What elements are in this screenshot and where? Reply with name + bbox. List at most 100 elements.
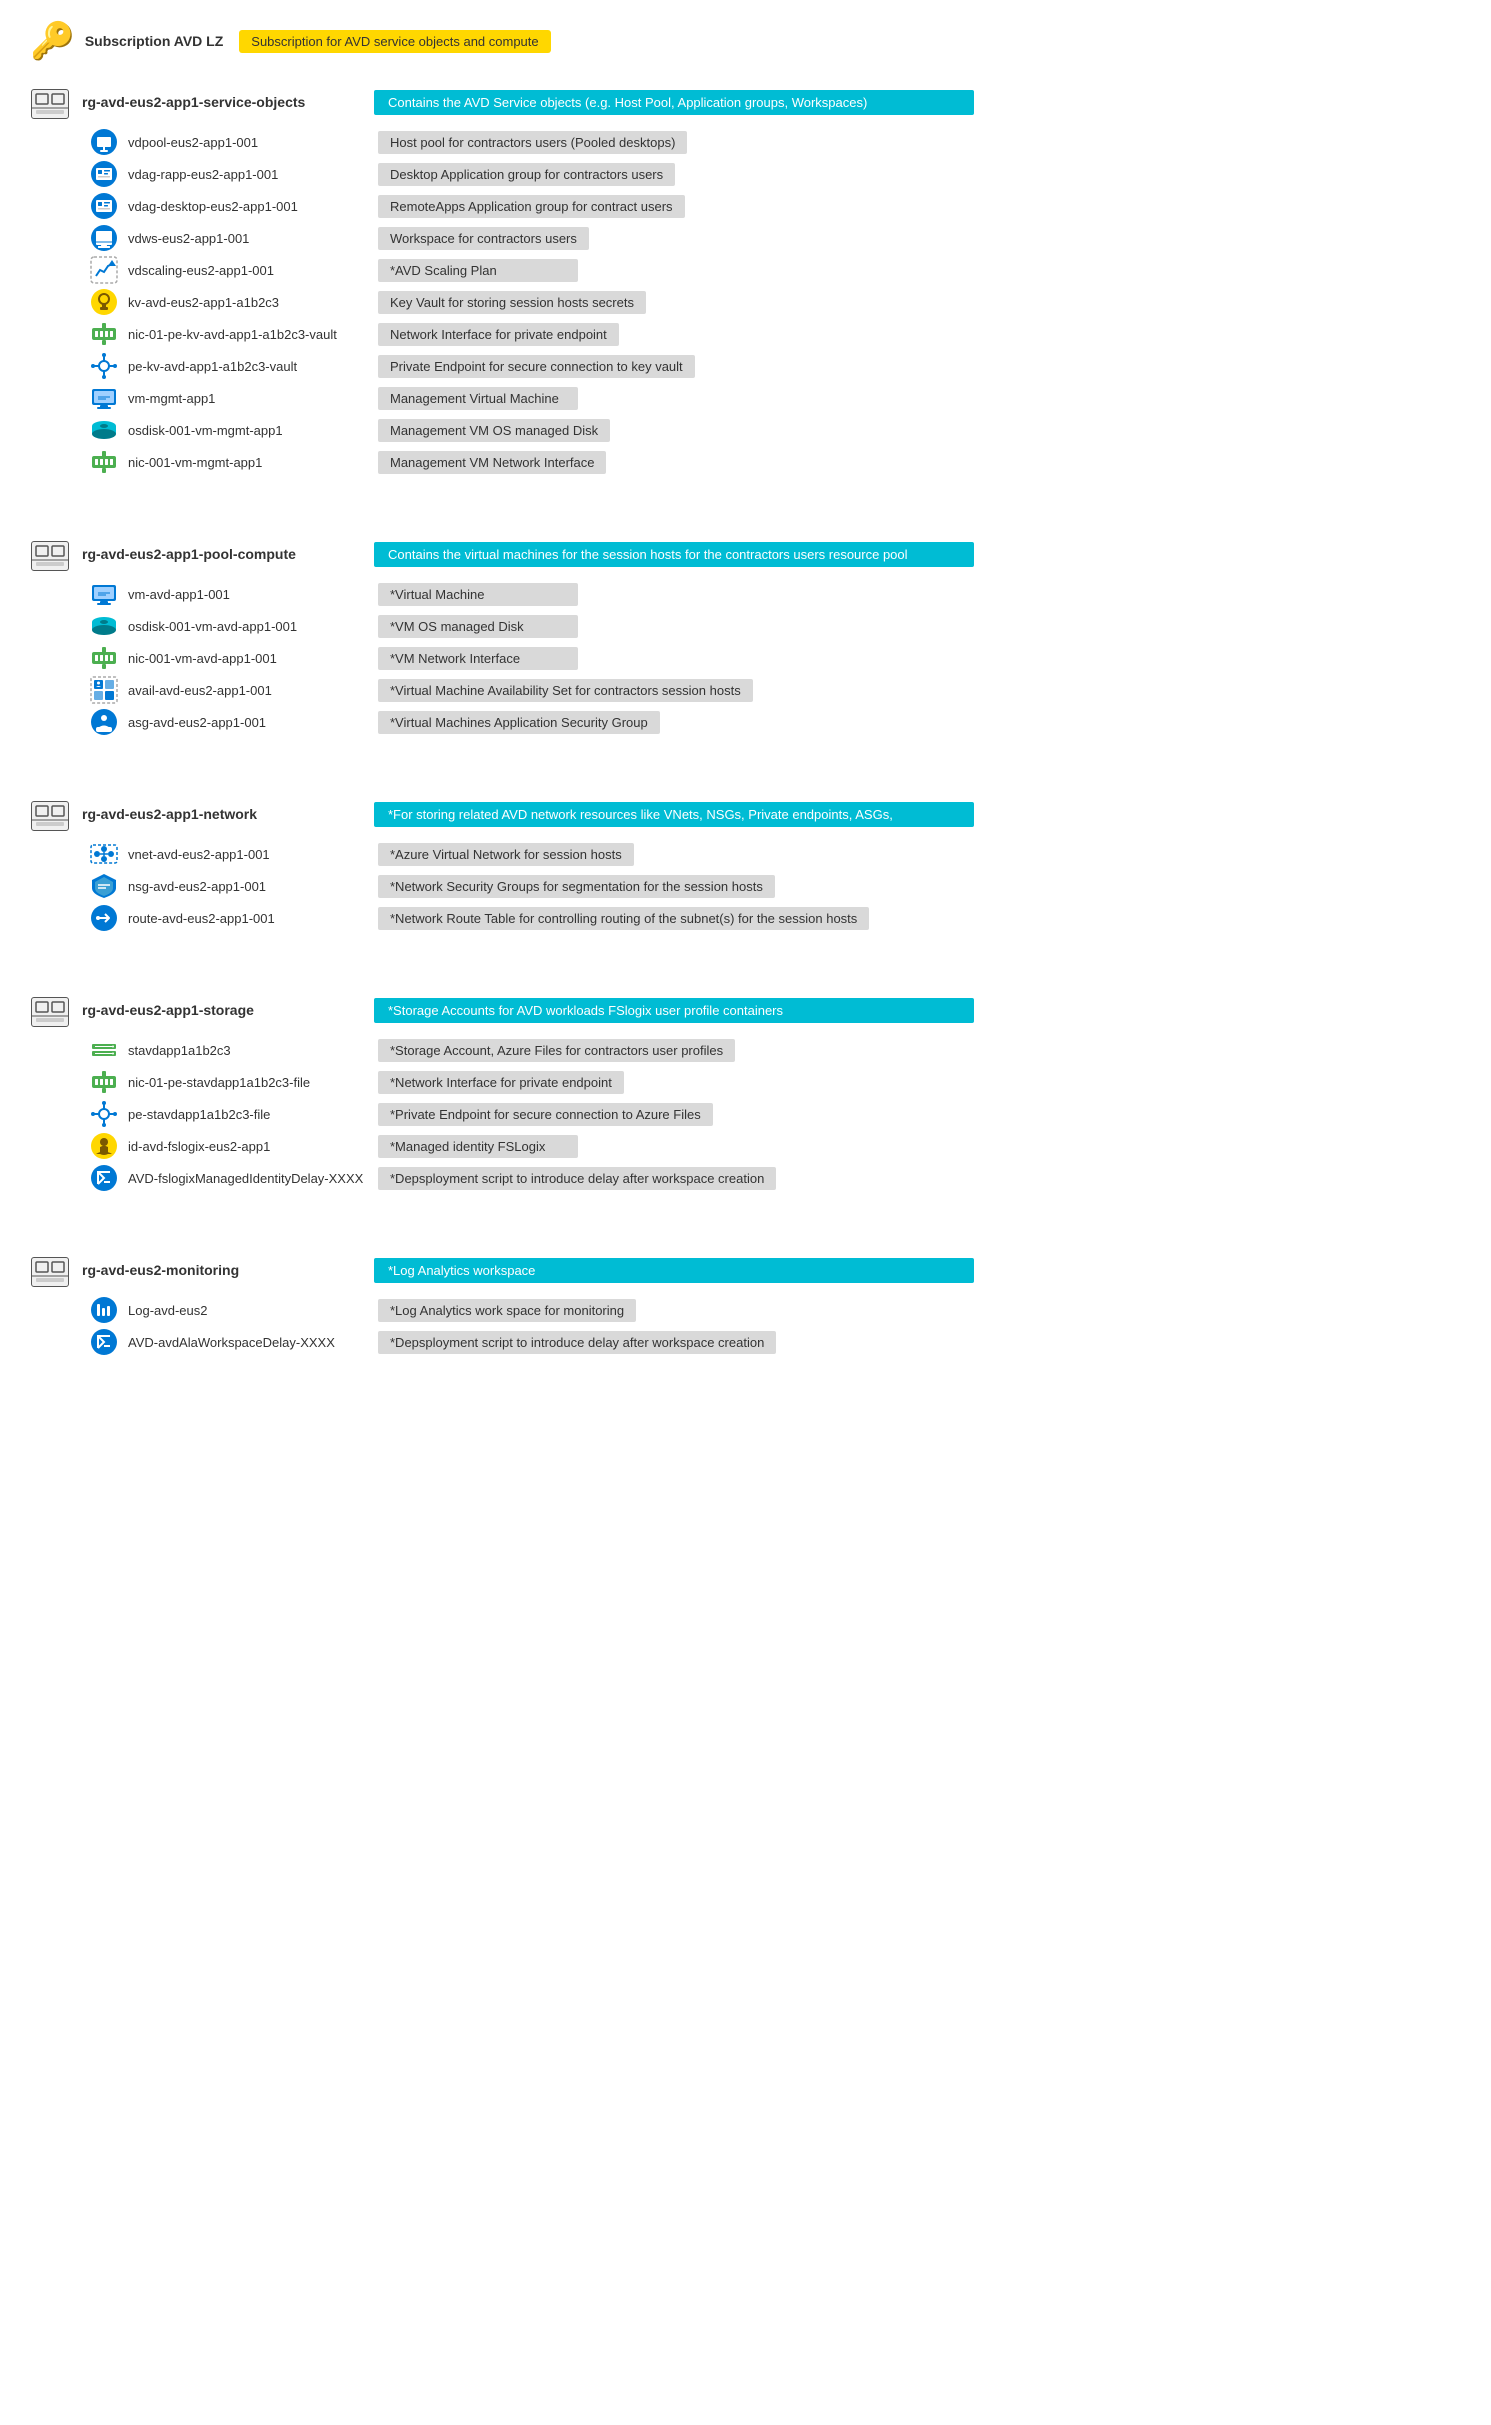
- resource-item: nic-001-vm-avd-app1-001 *VM Network Inter…: [90, 644, 1461, 672]
- rg-name: rg-avd-eus2-app1-pool-compute: [82, 546, 362, 562]
- resource-name: osdisk-001-vm-avd-app1-001: [128, 619, 368, 634]
- rg-name: rg-avd-eus2-app1-service-objects: [82, 94, 362, 110]
- resource-item: osdisk-001-vm-mgmt-app1 Management VM OS …: [90, 416, 1461, 444]
- resource-name: asg-avd-eus2-app1-001: [128, 715, 368, 730]
- subscription-header: 🔑 Subscription AVD LZ Subscription for A…: [30, 20, 1461, 62]
- resource-icon-deployScript: [90, 1328, 118, 1356]
- resource-desc: *Network Security Groups for segmentatio…: [378, 875, 775, 898]
- resource-item: AVD-avdAlaWorkspaceDelay-XXXX*Depsployme…: [90, 1328, 1461, 1356]
- resource-name: vm-mgmt-app1: [128, 391, 368, 406]
- rg-desc: Contains the AVD Service objects (e.g. H…: [374, 90, 974, 115]
- rg-header-rg3: rg-avd-eus2-app1-network *For storing rel…: [30, 794, 1461, 834]
- resource-icon-hostpool: [90, 128, 118, 156]
- resource-icon-vm: [90, 580, 118, 608]
- resource-name: osdisk-001-vm-mgmt-app1: [128, 423, 368, 438]
- key-icon: 🔑: [30, 20, 75, 62]
- resource-desc: *AVD Scaling Plan: [378, 259, 578, 282]
- resource-item: asg-avd-eus2-app1-001*Virtual Machines A…: [90, 708, 1461, 736]
- rg-desc: *For storing related AVD network resourc…: [374, 802, 974, 827]
- resource-item: kv-avd-eus2-app1-a1b2c3Key Vault for sto…: [90, 288, 1461, 316]
- resource-desc: Key Vault for storing session hosts secr…: [378, 291, 646, 314]
- resource-item: vdag-rapp-eus2-app1-001 Desktop Applicati…: [90, 160, 1461, 188]
- rg-header-rg1: rg-avd-eus2-app1-service-objects Contains…: [30, 82, 1461, 122]
- resource-icon-nic: [90, 644, 118, 672]
- resource-desc: *Virtual Machine Availability Set for co…: [378, 679, 753, 702]
- resource-icon-asg: [90, 708, 118, 736]
- resource-group-rg5: rg-avd-eus2-monitoring*Log Analytics wor…: [30, 1250, 1461, 1384]
- resource-item: vdpool-eus2-app1-001 Host pool for contra…: [90, 128, 1461, 156]
- rg-desc: *Log Analytics workspace: [374, 1258, 974, 1283]
- resource-icon-routetable: [90, 904, 118, 932]
- resource-item: vdscaling-eus2-app1-001 *AVD Scaling Plan: [90, 256, 1461, 284]
- resource-desc: RemoteApps Application group for contrac…: [378, 195, 685, 218]
- resource-item: vdws-eus2-app1-001 Workspace for contract…: [90, 224, 1461, 252]
- resource-name: vdws-eus2-app1-001: [128, 231, 368, 246]
- resource-item: pe-kv-avd-app1-a1b2c3-vaultPrivate Endpo…: [90, 352, 1461, 380]
- resource-icon-deployScript: [90, 1164, 118, 1192]
- resource-icon-scaling: [90, 256, 118, 284]
- resource-desc: *VM Network Interface: [378, 647, 578, 670]
- rg-desc: Contains the virtual machines for the se…: [374, 542, 974, 567]
- resource-group-rg1: rg-avd-eus2-app1-service-objects Contains…: [30, 82, 1461, 504]
- resource-desc: Management VM Network Interface: [378, 451, 606, 474]
- resource-desc: *Network Route Table for controlling rou…: [378, 907, 869, 930]
- resource-item: Log-avd-eus2*Log Analytics work space fo…: [90, 1296, 1461, 1324]
- rg-icon: [30, 82, 70, 122]
- resource-desc: Network Interface for private endpoint: [378, 323, 619, 346]
- resource-group-rg2: rg-avd-eus2-app1-pool-compute Contains th…: [30, 534, 1461, 764]
- rg-header-rg5: rg-avd-eus2-monitoring*Log Analytics wor…: [30, 1250, 1461, 1290]
- resource-name: stavdapp1a1b2c3: [128, 1043, 368, 1058]
- resource-group-rg4: rg-avd-eus2-app1-storage*Storage Account…: [30, 990, 1461, 1220]
- resource-name: pe-kv-avd-app1-a1b2c3-vault: [128, 359, 368, 374]
- resource-name: nic-01-pe-stavdapp1a1b2c3-file: [128, 1075, 368, 1090]
- resource-name: nic-001-vm-avd-app1-001: [128, 651, 368, 666]
- resource-icon-nic: [90, 448, 118, 476]
- resource-icon-workspace: [90, 224, 118, 252]
- resource-name: nic-001-vm-mgmt-app1: [128, 455, 368, 470]
- resource-name: nic-01-pe-kv-avd-app1-a1b2c3-vault: [128, 327, 368, 342]
- resource-desc: *Storage Account, Azure Files for contra…: [378, 1039, 735, 1062]
- resource-desc: Host pool for contractors users (Pooled …: [378, 131, 687, 154]
- subscription-label: Subscription AVD LZ: [85, 33, 223, 49]
- resource-item: route-avd-eus2-app1-001 *Network Route Ta…: [90, 904, 1461, 932]
- resource-name: vdpool-eus2-app1-001: [128, 135, 368, 150]
- resource-name: route-avd-eus2-app1-001: [128, 911, 368, 926]
- resource-desc: Desktop Application group for contractor…: [378, 163, 675, 186]
- resource-desc: Management Virtual Machine: [378, 387, 578, 410]
- resource-icon-appgroup: [90, 160, 118, 188]
- resource-item: AVD-fslogixManagedIdentityDelay-XXXX*Dep…: [90, 1164, 1461, 1192]
- resource-item: nic-001-vm-mgmt-app1 Management VM Networ…: [90, 448, 1461, 476]
- resource-name: AVD-fslogixManagedIdentityDelay-XXXX: [128, 1171, 368, 1186]
- resource-icon-appgroup: [90, 192, 118, 220]
- rg-icon: [30, 534, 70, 574]
- rg-header-rg2: rg-avd-eus2-app1-pool-compute Contains th…: [30, 534, 1461, 574]
- rg-name: rg-avd-eus2-app1-network: [82, 806, 362, 822]
- resource-desc: *Private Endpoint for secure connection …: [378, 1103, 713, 1126]
- resource-desc: Workspace for contractors users: [378, 227, 589, 250]
- resource-name: vdscaling-eus2-app1-001: [128, 263, 368, 278]
- resource-item: vm-mgmt-app1 Management Virtual Machine: [90, 384, 1461, 412]
- resource-name: vdag-rapp-eus2-app1-001: [128, 167, 368, 182]
- resource-icon-disk: [90, 612, 118, 640]
- resource-name: vnet-avd-eus2-app1-001: [128, 847, 368, 862]
- resource-desc: Management VM OS managed Disk: [378, 419, 610, 442]
- resource-name: pe-stavdapp1a1b2c3-file: [128, 1107, 368, 1122]
- resource-desc: *VM OS managed Disk: [378, 615, 578, 638]
- resource-item: id-avd-fslogix-eus2-app1*Managed identit…: [90, 1132, 1461, 1160]
- rg-icon: [30, 990, 70, 1030]
- resource-name: AVD-avdAlaWorkspaceDelay-XXXX: [128, 1335, 368, 1350]
- resource-name: vm-avd-app1-001: [128, 587, 368, 602]
- resource-name: vdag-desktop-eus2-app1-001: [128, 199, 368, 214]
- resource-desc: *Azure Virtual Network for session hosts: [378, 843, 634, 866]
- resource-icon-loganalytics: [90, 1296, 118, 1324]
- resource-icon-keyvault: [90, 288, 118, 316]
- resource-icon-storage: [90, 1036, 118, 1064]
- resource-name: nsg-avd-eus2-app1-001: [128, 879, 368, 894]
- resource-item: stavdapp1a1b2c3 *Storage Account, Azure F…: [90, 1036, 1461, 1064]
- rg-header-rg4: rg-avd-eus2-app1-storage*Storage Account…: [30, 990, 1461, 1030]
- resource-item: vdag-desktop-eus2-app1-001 RemoteApps App…: [90, 192, 1461, 220]
- resource-item: nic-01-pe-stavdapp1a1b2c3-file*Network I…: [90, 1068, 1461, 1096]
- resource-icon-vnet: [90, 840, 118, 868]
- resource-name: id-avd-fslogix-eus2-app1: [128, 1139, 368, 1154]
- resource-desc: *Virtual Machine: [378, 583, 578, 606]
